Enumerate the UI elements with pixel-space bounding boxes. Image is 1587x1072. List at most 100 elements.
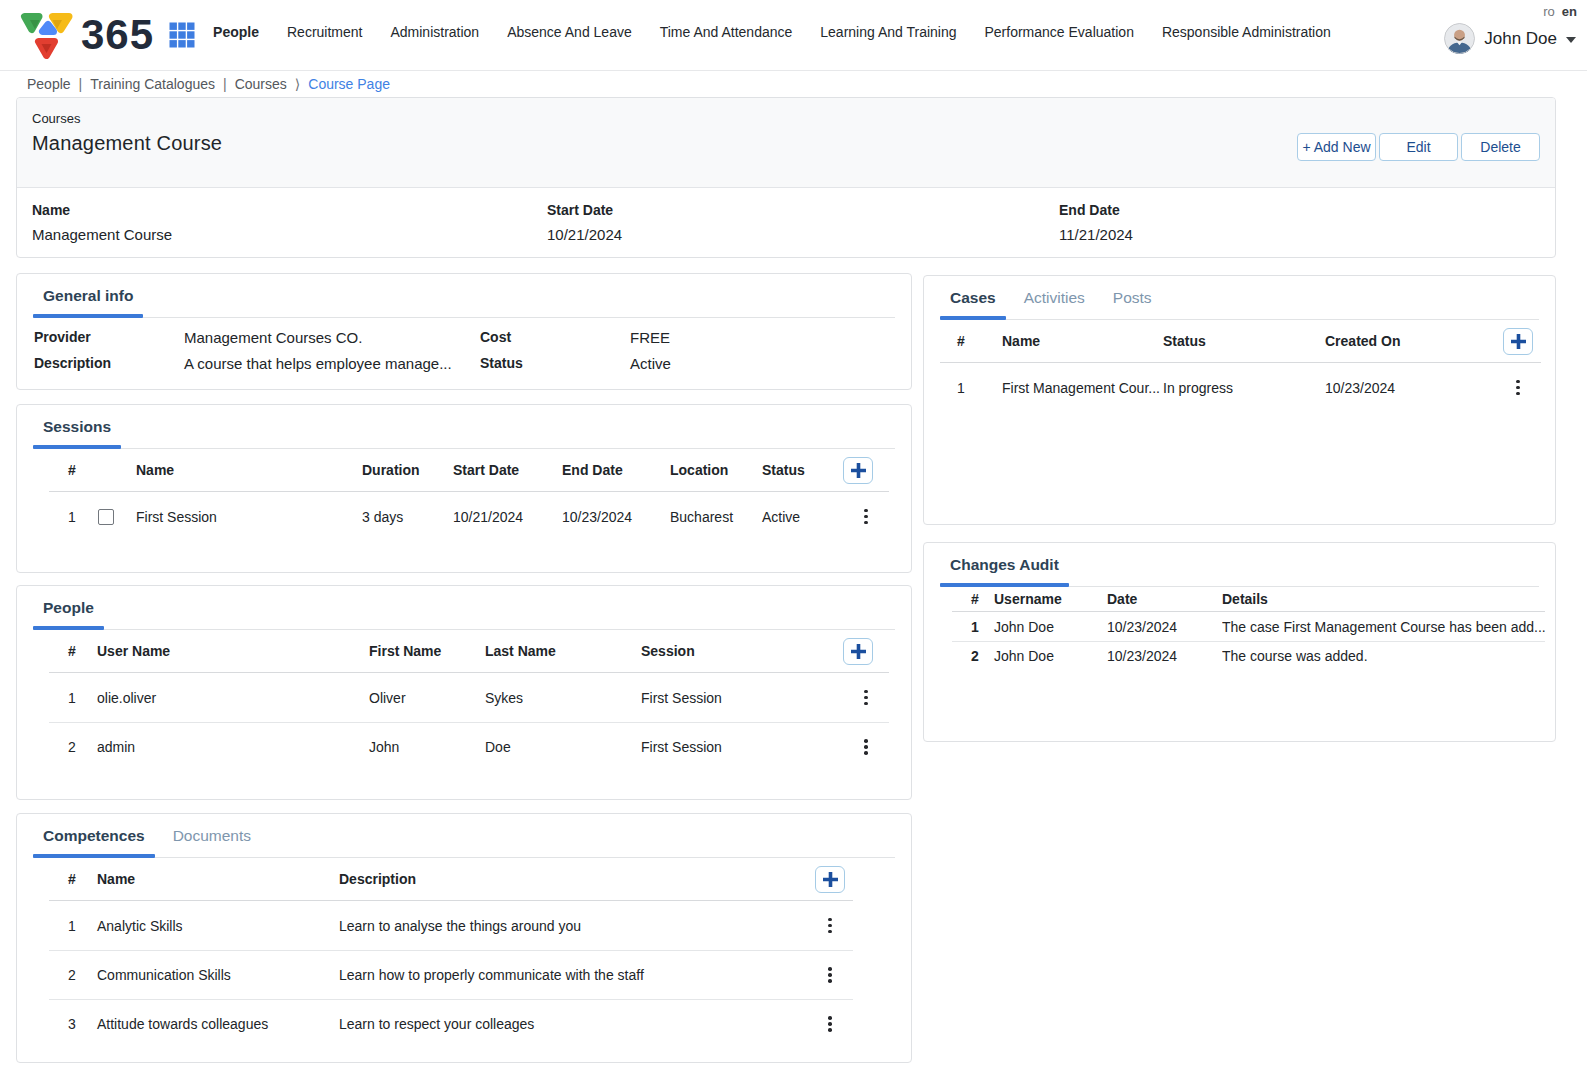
col-username: Username xyxy=(994,591,1107,607)
app-launcher-icon[interactable] xyxy=(169,22,195,48)
breadcrumb-courses[interactable]: Courses xyxy=(235,76,287,92)
cases-table: # Name Status Created On 1 First Managem… xyxy=(940,320,1541,412)
session-location: Bucharest xyxy=(670,509,762,525)
competence-description: Learn to respect your colleages xyxy=(339,1016,807,1032)
competence-row-menu-icon[interactable] xyxy=(807,1016,853,1032)
person-num: 2 xyxy=(49,739,97,755)
main-nav: People Recruitment Administration Absenc… xyxy=(199,24,1345,40)
col-first-name: First Name xyxy=(369,643,485,659)
page-eyebrow: Courses xyxy=(32,111,1540,126)
sessions-table-header: # Name Duration Start Date End Date Loca… xyxy=(49,449,889,492)
general-info-fields: Provider Management Courses CO. Cost FRE… xyxy=(34,329,895,372)
nav-item-responsible-administration[interactable]: Responsible Administration xyxy=(1148,24,1345,40)
competence-name: Analytic Skills xyxy=(97,918,339,934)
sessions-card: Sessions # Name Duration Start Date End … xyxy=(16,404,912,573)
field-name: Name Management Course xyxy=(32,202,547,243)
breadcrumb-people[interactable]: People xyxy=(27,76,71,92)
provider-label: Provider xyxy=(34,329,184,346)
nav-item-learning-and-training[interactable]: Learning And Training xyxy=(806,24,970,40)
competences-table-header: # Name Description xyxy=(49,858,853,901)
col-session: Session xyxy=(641,643,843,659)
add-person-button[interactable] xyxy=(843,638,873,665)
course-summary-fields: Name Management Course Start Date 10/21/… xyxy=(17,188,1555,243)
col-name: Name xyxy=(97,871,339,887)
add-case-button[interactable] xyxy=(1503,328,1533,355)
edit-button[interactable]: Edit xyxy=(1379,133,1458,161)
logo-text: 365 xyxy=(81,11,154,59)
col-num: # xyxy=(49,643,97,659)
col-name: Name xyxy=(136,462,362,478)
col-duration: Duration xyxy=(362,462,453,478)
tab-cases[interactable]: Cases xyxy=(940,276,1006,319)
col-num: # xyxy=(940,333,1002,349)
field-start-date-value: 10/21/2024 xyxy=(547,226,1059,243)
tab-competences[interactable]: Competences xyxy=(33,814,155,857)
breadcrumb-training-catalogues[interactable]: Training Catalogues xyxy=(90,76,215,92)
col-created-on: Created On xyxy=(1325,333,1495,349)
tab-posts[interactable]: Posts xyxy=(1103,276,1162,319)
competences-table: # Name Description 1 Analytic Skills Lea… xyxy=(49,858,853,1048)
person-row: 1 olie.oliver Oliver Sykes First Session xyxy=(49,673,889,722)
people-card: People # User Name First Name Last Name … xyxy=(16,585,912,800)
tab-activities[interactable]: Activities xyxy=(1014,276,1095,319)
audit-date: 10/23/2024 xyxy=(1107,619,1222,635)
col-location: Location xyxy=(670,462,762,478)
breadcrumb-current-page[interactable]: Course Page xyxy=(308,76,390,92)
col-start-date: Start Date xyxy=(453,462,562,478)
nav-item-absence-and-leave[interactable]: Absence And Leave xyxy=(493,24,646,40)
plus-icon xyxy=(851,644,866,659)
nav-item-recruitment[interactable]: Recruitment xyxy=(273,24,376,40)
user-menu[interactable]: John Doe xyxy=(1444,23,1576,54)
session-checkbox[interactable] xyxy=(98,509,114,525)
session-row-menu-icon[interactable] xyxy=(843,509,889,525)
person-username: olie.oliver xyxy=(97,690,369,706)
competence-row-menu-icon[interactable] xyxy=(807,967,853,983)
course-header-card: Courses Management Course + Add New Edit… xyxy=(16,97,1556,258)
nav-item-time-and-attendance[interactable]: Time And Attendance xyxy=(646,24,807,40)
tab-general-info[interactable]: General info xyxy=(33,274,143,317)
add-session-button[interactable] xyxy=(843,457,873,484)
person-row-menu-icon[interactable] xyxy=(843,690,889,706)
changes-audit-card: Changes Audit # Username Date Details 1 … xyxy=(923,542,1556,742)
sessions-table: # Name Duration Start Date End Date Loca… xyxy=(49,449,889,541)
chevron-down-icon xyxy=(1566,37,1576,43)
status-value: Active xyxy=(630,355,895,372)
nav-item-performance-evaluation[interactable]: Performance Evaluation xyxy=(971,24,1148,40)
cases-table-header: # Name Status Created On xyxy=(940,320,1541,363)
nav-item-administration[interactable]: Administration xyxy=(376,24,493,40)
col-status: Status xyxy=(762,462,843,478)
session-status: Active xyxy=(762,509,843,525)
audit-num: 1 xyxy=(952,619,994,635)
col-name: Name xyxy=(1002,333,1163,349)
add-new-button[interactable]: + Add New xyxy=(1297,133,1376,161)
audit-num: 2 xyxy=(952,648,994,664)
people-table-header: # User Name First Name Last Name Session xyxy=(49,630,889,673)
breadcrumb-separator: | xyxy=(79,76,83,92)
language-switcher: roen xyxy=(1543,4,1577,19)
nav-item-people[interactable]: People xyxy=(199,24,273,40)
person-row-menu-icon[interactable] xyxy=(843,739,889,755)
add-competence-button[interactable] xyxy=(815,866,845,893)
lang-en-link[interactable]: en xyxy=(1562,4,1577,19)
delete-button[interactable]: Delete xyxy=(1461,133,1540,161)
person-first-name: John xyxy=(369,739,485,755)
user-avatar xyxy=(1444,23,1475,54)
app-logo[interactable]: 365 xyxy=(18,11,154,59)
tab-documents[interactable]: Documents xyxy=(163,814,261,857)
tab-sessions[interactable]: Sessions xyxy=(33,405,121,448)
tab-people[interactable]: People xyxy=(33,586,104,629)
header-actions: + Add New Edit Delete xyxy=(1297,133,1540,161)
sessions-tabs: Sessions xyxy=(33,405,895,449)
case-name: First Management Cour... xyxy=(1002,380,1163,396)
audit-details: The case First Management Course has bee… xyxy=(1222,619,1545,635)
session-row: 1 First Session 3 days 10/21/2024 10/23/… xyxy=(49,492,889,541)
cost-value: FREE xyxy=(630,329,895,346)
session-start: 10/21/2024 xyxy=(453,509,562,525)
case-row-menu-icon[interactable] xyxy=(1495,380,1541,396)
plus-icon xyxy=(823,872,838,887)
lang-ro-link[interactable]: ro xyxy=(1543,4,1555,19)
competence-row: 1 Analytic Skills Learn to analyse the t… xyxy=(49,901,853,950)
audit-row: 2 John Doe 10/23/2024 The course was add… xyxy=(952,641,1545,670)
cases-tabs: Cases Activities Posts xyxy=(940,276,1539,320)
competence-row-menu-icon[interactable] xyxy=(807,918,853,934)
